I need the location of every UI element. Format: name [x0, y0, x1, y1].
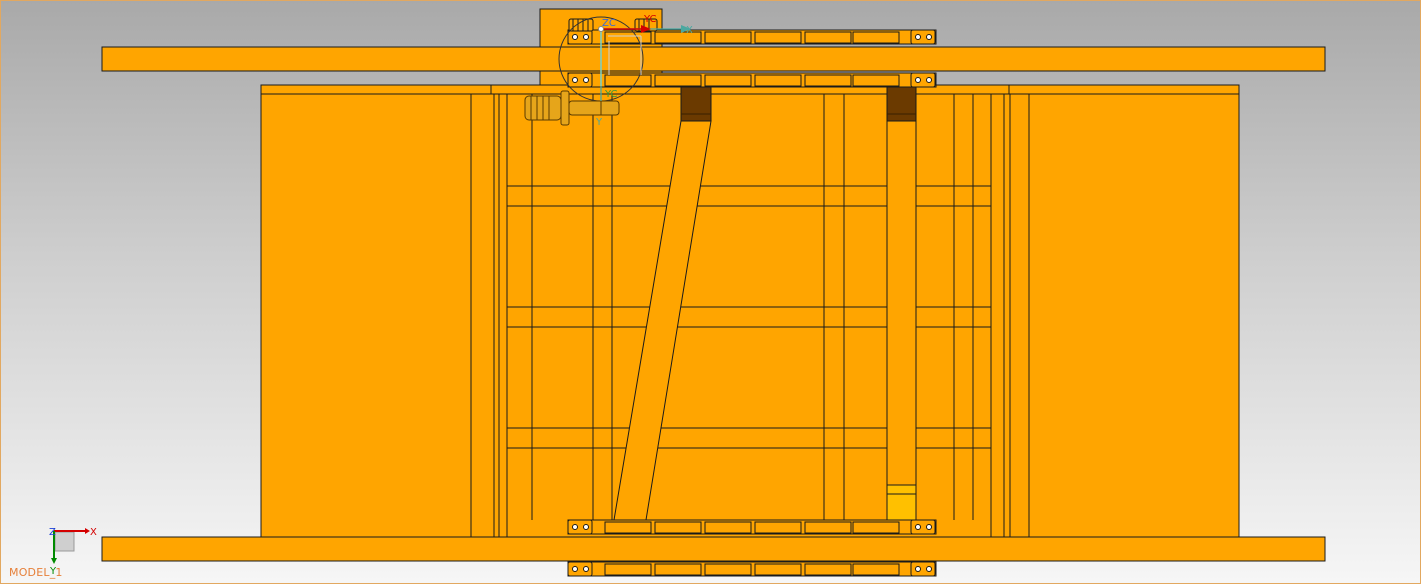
triad-z-label: Z [49, 527, 56, 538]
triad-x-label: X [90, 527, 97, 538]
csys-yc-mid-label: YC [604, 89, 618, 100]
top-rail-upper [567, 29, 937, 45]
csys-y-label: Y [595, 117, 603, 128]
vertical-rod [886, 120, 917, 521]
frame-body [260, 84, 1240, 538]
top-long-bar [101, 46, 1326, 72]
bottom-long-bar [101, 536, 1326, 562]
model-name-label: MODEL_1 [9, 566, 63, 579]
csys-x-label: X [686, 25, 693, 36]
bottom-rail-lower [567, 561, 937, 577]
bottom-rail-upper [567, 519, 937, 535]
top-rail-lower [567, 72, 937, 88]
csys-yc-top-label: YC [643, 14, 657, 25]
graphics-viewport[interactable]: ZC YC YC X Y Z X Y MODEL_1 [0, 0, 1421, 584]
csys-zc-label: ZC [602, 18, 616, 29]
model-view[interactable]: ZC YC YC X Y Z X Y [1, 1, 1421, 584]
rod-highlight [886, 484, 917, 521]
dark-block-right [886, 86, 917, 122]
dark-block-left [680, 86, 712, 122]
